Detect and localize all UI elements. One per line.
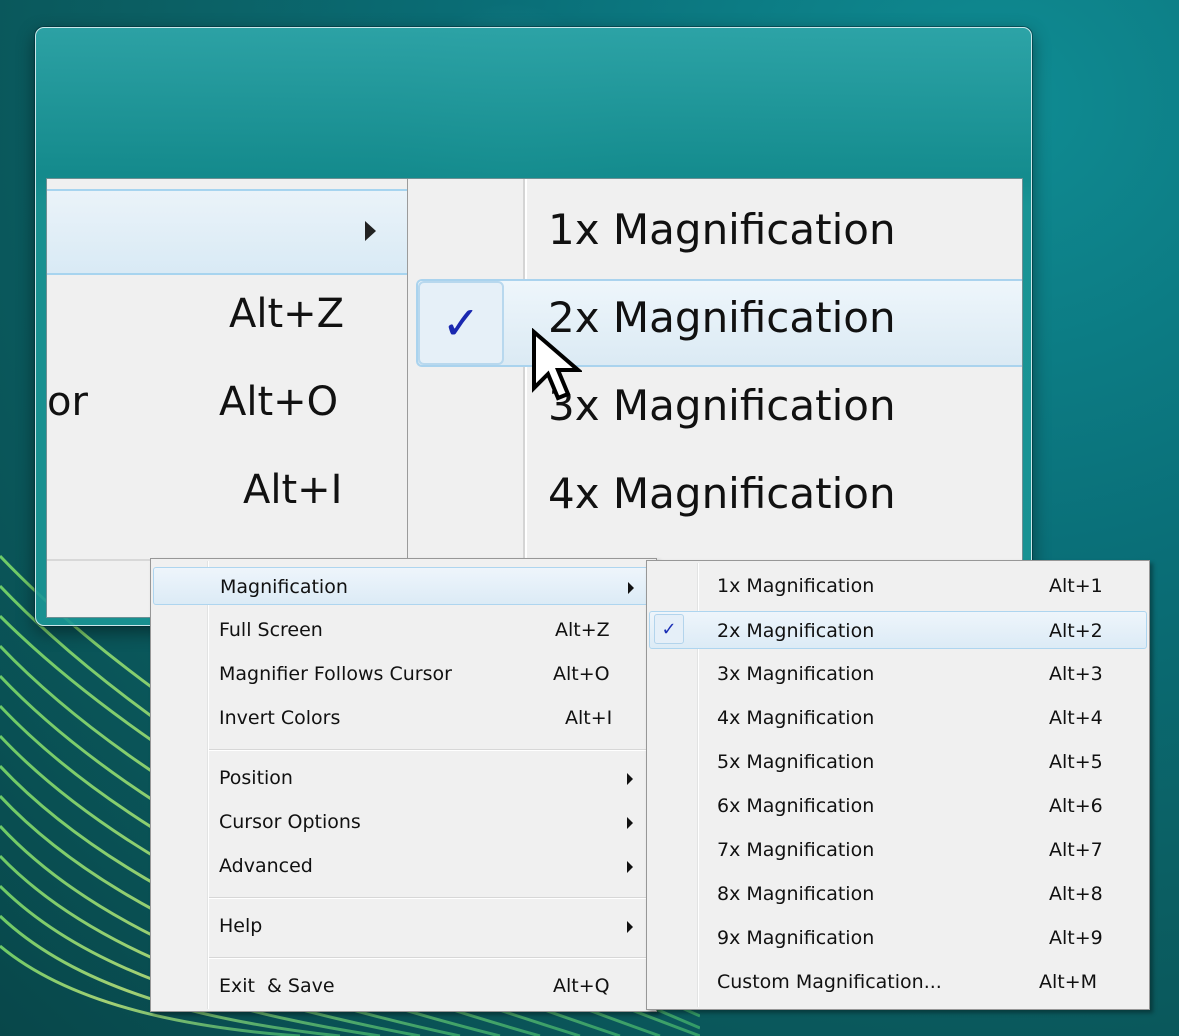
menu-item-2x[interactable]: ✓ 2x Magnification Alt+2: [649, 611, 1147, 649]
menu-item-label: 8x Magnification: [717, 883, 875, 905]
menu-item-label: Exit & Save: [219, 975, 335, 997]
menu-item-label: Full Screen: [219, 619, 323, 641]
menu-item-7x[interactable]: 7x Magnification Alt+7: [649, 831, 1147, 869]
menu-item-shortcut: Alt+5: [1049, 751, 1103, 773]
menu-item-shortcut: Alt+Q: [553, 975, 610, 997]
menu-item-shortcut: Alt+O: [553, 663, 610, 685]
menu-item-custom[interactable]: Custom Magnification... Alt+M: [649, 963, 1147, 1001]
menu-item-label: Invert Colors: [219, 707, 341, 729]
submenu-arrow-icon: [627, 861, 633, 873]
menu-item-label: 2x Magnification: [717, 620, 875, 642]
menu-item-shortcut: Alt+9: [1049, 927, 1103, 949]
magnified-item: 3x Magnification: [548, 381, 896, 430]
magnified-left-menu: Alt+Z or Alt+O Alt+I: [47, 179, 409, 617]
checkmark-icon: ✓: [654, 614, 684, 644]
menu-item-help[interactable]: Help: [153, 907, 654, 945]
menu-item-shortcut: Alt+Z: [555, 619, 610, 641]
menu-item-label: 9x Magnification: [717, 927, 875, 949]
menu-item-exit-save[interactable]: Exit & Save Alt+Q: [153, 967, 654, 1005]
magnified-gutter: [523, 179, 527, 617]
menu-item-advanced[interactable]: Advanced: [153, 847, 654, 885]
menu-item-full-screen[interactable]: Full Screen Alt+Z: [153, 611, 654, 649]
submenu-arrow-icon: [627, 773, 633, 785]
magnifier-context-menu: Magnification Full Screen Alt+Z Magnifie…: [150, 558, 657, 1012]
menu-item-label: 4x Magnification: [717, 707, 875, 729]
submenu-arrow-icon: [627, 921, 633, 933]
menu-item-1x[interactable]: 1x Magnification Alt+1: [649, 567, 1147, 605]
menu-item-cursor-options[interactable]: Cursor Options: [153, 803, 654, 841]
menu-item-label: Cursor Options: [219, 811, 361, 833]
menu-item-label: Advanced: [219, 855, 313, 877]
menu-item-8x[interactable]: 8x Magnification Alt+8: [649, 875, 1147, 913]
menu-separator: [209, 897, 650, 899]
submenu-arrow-icon: [628, 582, 634, 594]
menu-item-label: 5x Magnification: [717, 751, 875, 773]
menu-item-shortcut: Alt+7: [1049, 839, 1103, 861]
menu-item-9x[interactable]: 9x Magnification Alt+9: [649, 919, 1147, 957]
menu-item-label: 1x Magnification: [717, 575, 875, 597]
menu-item-label: 3x Magnification: [717, 663, 875, 685]
menu-item-magnification[interactable]: Magnification: [153, 567, 654, 605]
magnified-right-menu: ✓ 1x Magnification 2x Magnification 3x M…: [408, 179, 1022, 617]
menu-item-5x[interactable]: 5x Magnification Alt+5: [649, 743, 1147, 781]
magnified-accel: Alt+Z: [229, 291, 345, 337]
menu-item-label: Magnification: [220, 576, 348, 598]
magnified-accel: Alt+O: [219, 379, 339, 425]
menu-item-position[interactable]: Position: [153, 759, 654, 797]
menu-item-shortcut: Alt+4: [1049, 707, 1103, 729]
menu-item-6x[interactable]: 6x Magnification Alt+6: [649, 787, 1147, 825]
menu-separator: [209, 957, 650, 959]
menu-item-shortcut: Alt+M: [1039, 971, 1098, 993]
menu-item-shortcut: Alt+6: [1049, 795, 1103, 817]
magnified-label-fragment: or: [47, 379, 88, 425]
menu-item-label: Magnifier Follows Cursor: [219, 663, 452, 685]
magnified-highlight-row: [47, 189, 407, 275]
submenu-arrow-icon: [627, 817, 633, 829]
menu-item-shortcut: Alt+1: [1049, 575, 1103, 597]
magnified-accel: Alt+I: [243, 467, 343, 513]
magnified-item: 2x Magnification: [548, 293, 896, 342]
menu-item-label: Custom Magnification...: [717, 971, 942, 993]
menu-item-4x[interactable]: 4x Magnification Alt+4: [649, 699, 1147, 737]
menu-item-shortcut: Alt+2: [1049, 620, 1103, 642]
window-title-area: [46, 38, 1021, 178]
menu-item-label: Help: [219, 915, 263, 937]
mouse-pointer-icon: [532, 328, 582, 401]
menu-item-3x[interactable]: 3x Magnification Alt+3: [649, 655, 1147, 693]
menu-item-follows-cursor[interactable]: Magnifier Follows Cursor Alt+O: [153, 655, 654, 693]
menu-item-shortcut: Alt+3: [1049, 663, 1103, 685]
menu-item-shortcut: Alt+I: [565, 707, 613, 729]
menu-item-shortcut: Alt+8: [1049, 883, 1103, 905]
magnified-item: 4x Magnification: [548, 469, 896, 518]
magnified-item: 1x Magnification: [548, 205, 896, 254]
magnifier-window[interactable]: Alt+Z or Alt+O Alt+I ✓ 1x Magnification …: [35, 27, 1032, 626]
menu-item-invert-colors[interactable]: Invert Colors Alt+I: [153, 699, 654, 737]
menu-item-label: 7x Magnification: [717, 839, 875, 861]
magnification-submenu: 1x Magnification Alt+1 ✓ 2x Magnificatio…: [646, 560, 1150, 1010]
menu-separator: [209, 749, 650, 751]
menu-item-label: Position: [219, 767, 293, 789]
submenu-arrow-icon: [365, 221, 376, 241]
menu-item-label: 6x Magnification: [717, 795, 875, 817]
checkmark-icon: ✓: [418, 281, 504, 365]
